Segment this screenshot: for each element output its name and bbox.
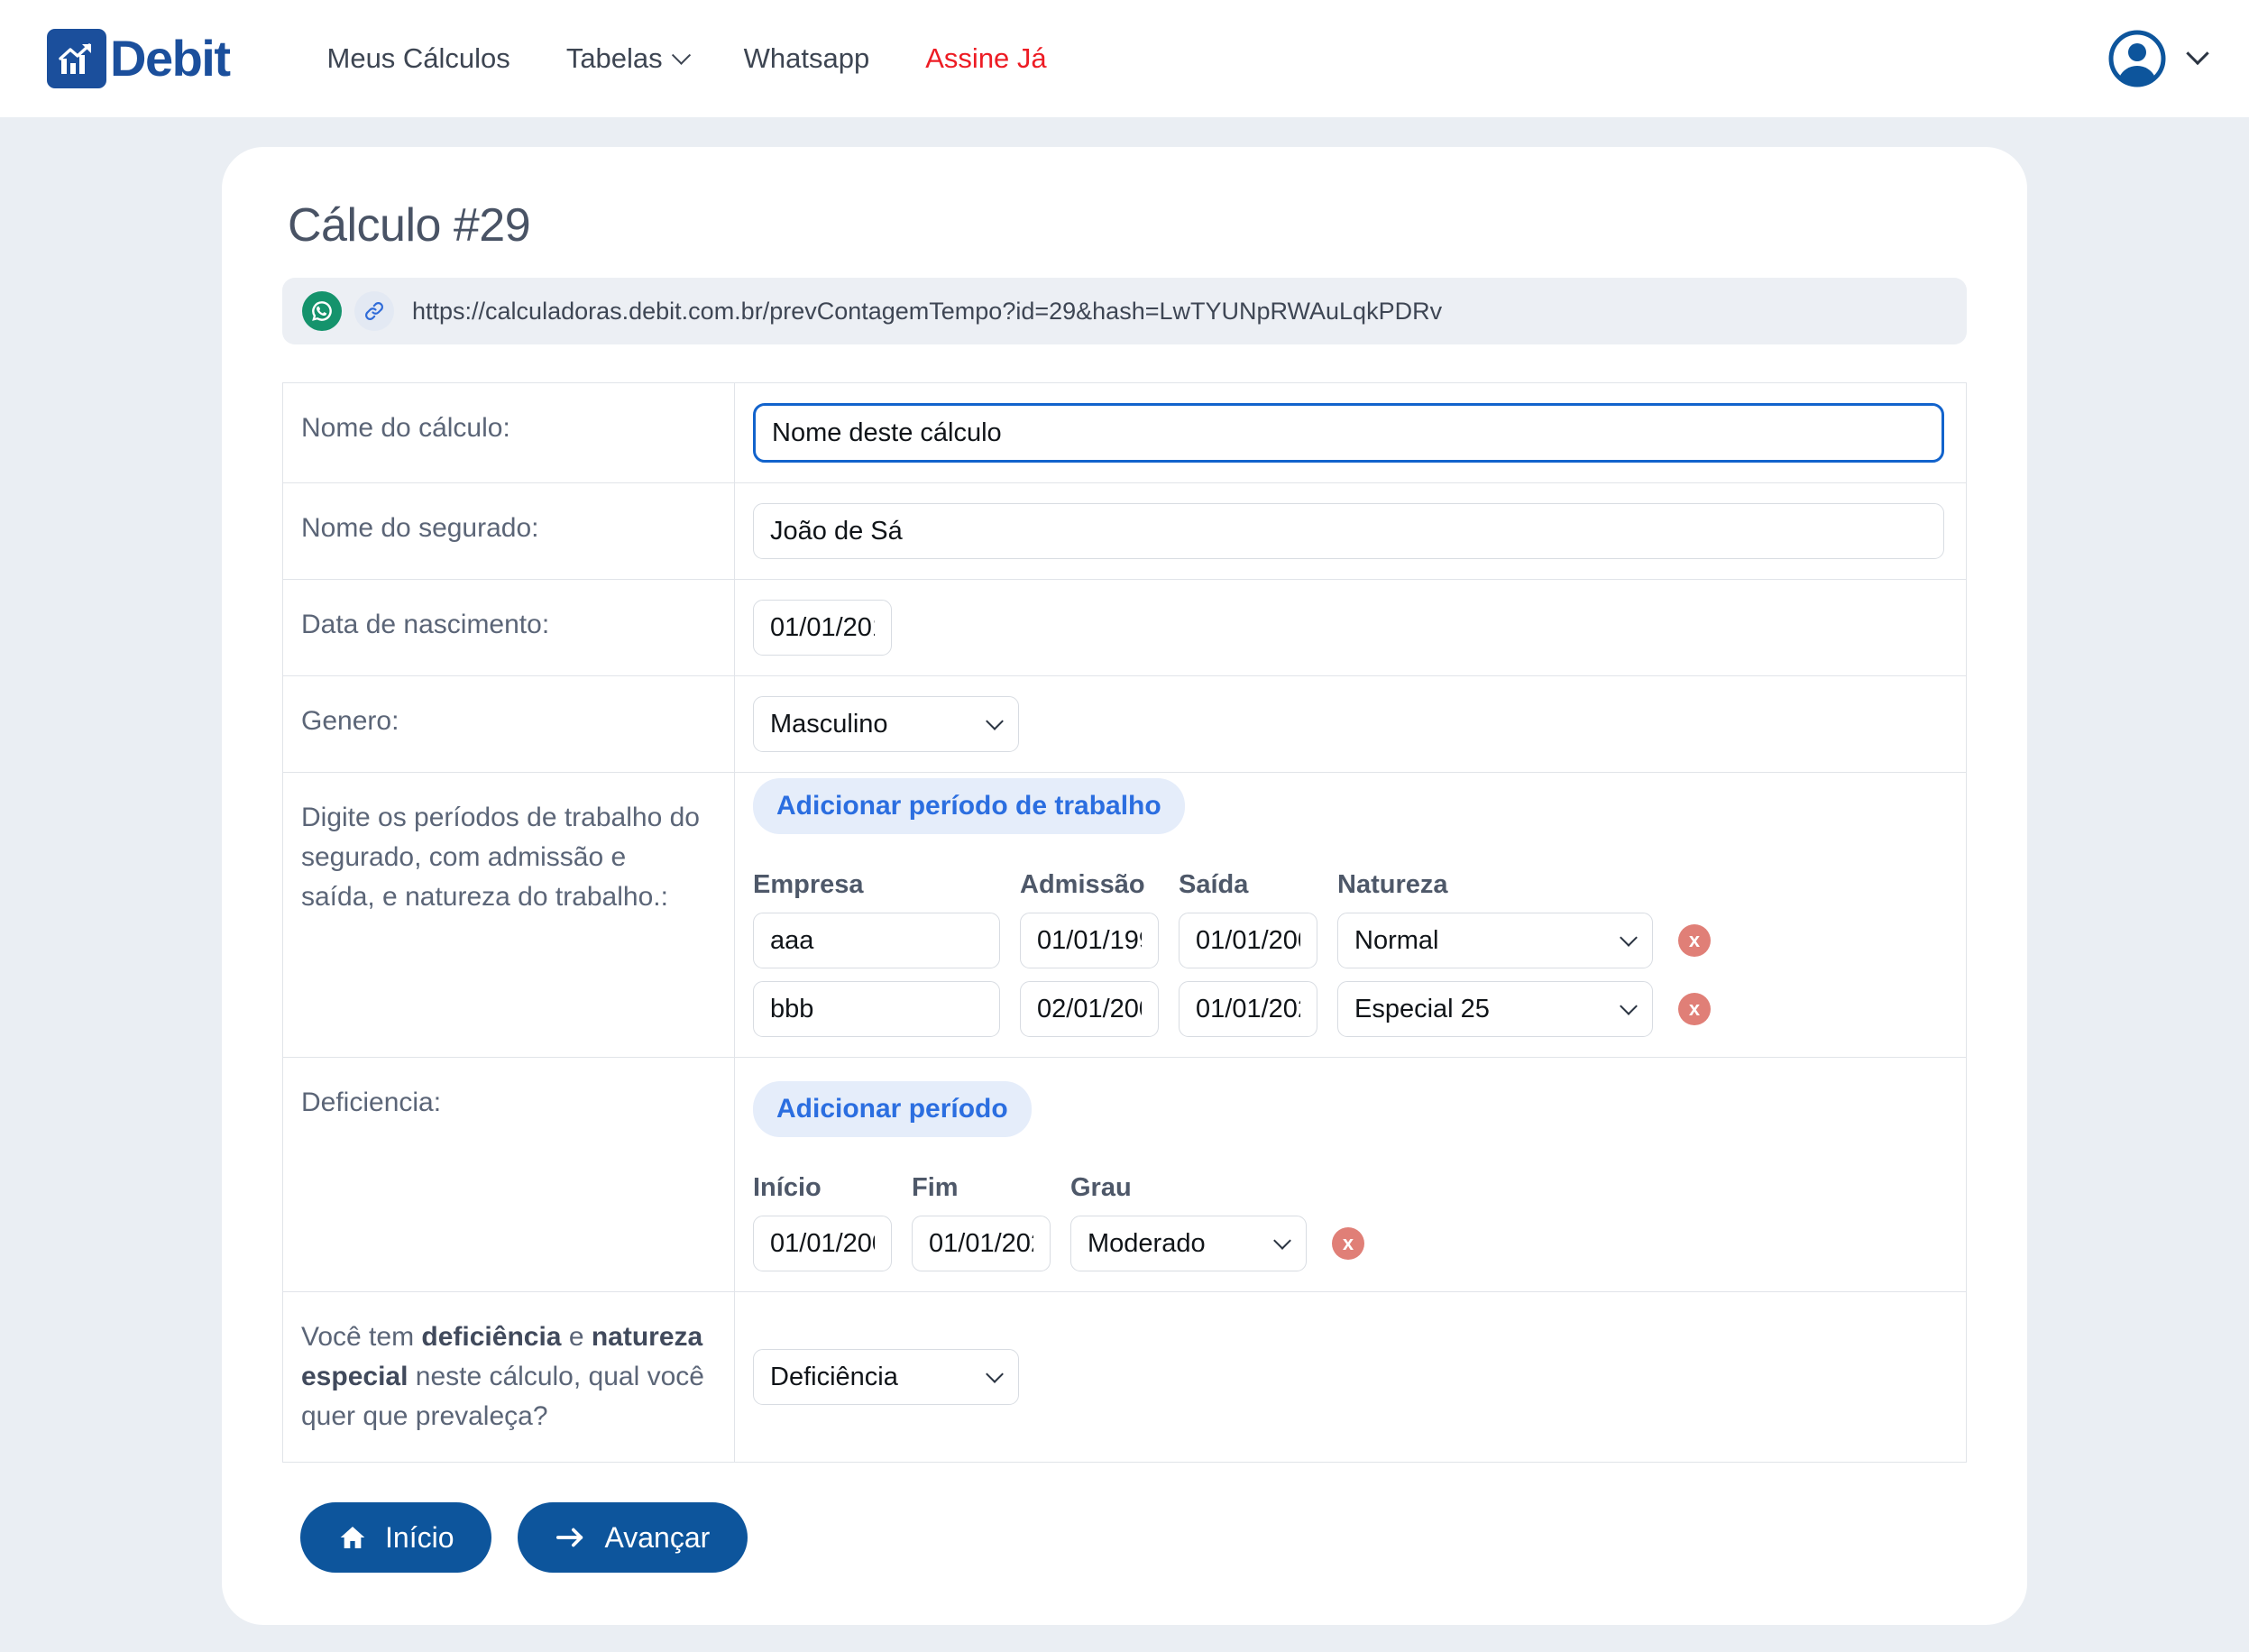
- work-nature-value: Normal: [1354, 925, 1439, 955]
- home-icon: [340, 1527, 365, 1549]
- remove-disability-period-button[interactable]: x: [1332, 1227, 1364, 1260]
- prevail-select[interactable]: Deficiência: [753, 1349, 1019, 1406]
- nav-item-meus-calculos[interactable]: Meus Cálculos: [327, 42, 510, 75]
- form-label: Genero:: [283, 676, 735, 772]
- remove-work-period-button[interactable]: x: [1678, 924, 1711, 957]
- nav-item-whatsapp[interactable]: Whatsapp: [744, 42, 870, 75]
- form-label: Data de nascimento:: [283, 580, 735, 675]
- chevron-down-icon: [671, 45, 691, 65]
- column-header-natureza: Natureza: [1337, 870, 1448, 899]
- work-periods-header: Empresa Admissão Saída Natureza: [753, 870, 1944, 900]
- account-menu[interactable]: [2108, 30, 2209, 87]
- chevron-down-icon: [1620, 997, 1638, 1015]
- gender-select[interactable]: Masculino: [753, 696, 1019, 752]
- column-header-saida: Saída: [1179, 870, 1249, 899]
- user-avatar-icon[interactable]: [2108, 30, 2166, 87]
- form-label: Nome do segurado:: [283, 483, 735, 579]
- arrow-right-icon: [556, 1528, 583, 1547]
- nav-item-label: Whatsapp: [743, 42, 870, 74]
- form-actions: Início Avançar: [300, 1502, 1967, 1574]
- chevron-down-icon: [986, 1365, 1004, 1383]
- form-row-gender: Genero: Masculino: [283, 676, 1966, 773]
- disability-periods-list: Início Fim Grau Moderado: [753, 1143, 1944, 1271]
- work-period-row: Especial 25 x: [753, 981, 1944, 1037]
- calculation-card: Cálculo #29 https://calculadoras.debit.c…: [222, 147, 2027, 1626]
- remove-work-period-button[interactable]: x: [1678, 993, 1711, 1025]
- nav-item-label: Meus Cálculos: [326, 42, 510, 74]
- work-periods-list: Empresa Admissão Saída Natureza Normal: [753, 840, 1944, 1037]
- add-work-period-button[interactable]: Adicionar período de trabalho: [753, 778, 1185, 834]
- form-label: Nome do cálculo:: [283, 383, 735, 482]
- nav-item-assine-ja[interactable]: Assine Já: [925, 42, 1046, 75]
- link-chain-icon[interactable]: [354, 291, 394, 331]
- work-company-input[interactable]: [753, 981, 1000, 1037]
- page-title: Cálculo #29: [288, 199, 531, 252]
- nav-item-label: Assine Já: [925, 42, 1047, 74]
- chevron-down-icon: [1620, 929, 1638, 947]
- prevail-bold-1: deficiência: [421, 1322, 562, 1352]
- top-navbar: Debit Meus Cálculos Tabelas Whatsapp Ass…: [0, 0, 2249, 117]
- work-admission-input[interactable]: [1020, 913, 1159, 968]
- prevail-text-2: e: [561, 1322, 592, 1352]
- disability-periods-header: Início Fim Grau: [753, 1173, 1944, 1203]
- form-row-birth-date: Data de nascimento:: [283, 580, 1966, 676]
- brand-name: Debit: [110, 30, 231, 87]
- nav-item-tabelas[interactable]: Tabelas: [565, 42, 691, 75]
- nav-item-label: Tabelas: [565, 42, 663, 74]
- column-header-grau: Grau: [1070, 1173, 1132, 1202]
- disability-start-input[interactable]: [753, 1216, 892, 1271]
- disability-degree-value: Moderado: [1088, 1228, 1206, 1258]
- bar-chart-arrow-icon: [47, 29, 106, 88]
- disability-end-input[interactable]: [912, 1216, 1051, 1271]
- prevail-text-1: Você tem: [301, 1322, 422, 1352]
- close-icon: x: [1342, 1232, 1354, 1254]
- insured-name-input[interactable]: [753, 503, 1944, 559]
- calculation-form: Nome do cálculo: Nome do segurado: Data …: [282, 382, 1967, 1464]
- next-button-label: Avançar: [604, 1520, 711, 1554]
- work-nature-select[interactable]: Especial 25: [1337, 981, 1653, 1037]
- whatsapp-icon[interactable]: [302, 291, 342, 331]
- chevron-down-icon: [986, 712, 1004, 730]
- work-admission-input[interactable]: [1020, 981, 1159, 1037]
- calc-name-input[interactable]: [753, 403, 1944, 463]
- nav-links: Meus Cálculos Tabelas Whatsapp Assine Já: [327, 42, 1047, 75]
- add-disability-period-button[interactable]: Adicionar período: [753, 1081, 1032, 1137]
- home-button[interactable]: Início: [300, 1502, 492, 1574]
- form-row-work-periods: Digite os períodos de trabalho do segura…: [283, 773, 1966, 1058]
- form-row-disability: Deficiencia: Adicionar período Início Fi…: [283, 1058, 1966, 1292]
- form-label: Você tem deficiência e natureza especial…: [283, 1292, 735, 1463]
- prevail-select-value: Deficiência: [770, 1362, 898, 1391]
- work-company-input[interactable]: [753, 913, 1000, 968]
- birth-date-input[interactable]: [753, 600, 892, 656]
- form-label: Deficiencia:: [283, 1058, 735, 1291]
- share-url-text: https://calculadoras.debit.com.br/prevCo…: [412, 297, 1443, 325]
- work-exit-input[interactable]: [1179, 981, 1317, 1037]
- chevron-down-icon: [1273, 1232, 1291, 1250]
- work-nature-select[interactable]: Normal: [1337, 913, 1653, 968]
- page-body: Cálculo #29 https://calculadoras.debit.c…: [0, 117, 2249, 1626]
- close-icon: x: [1688, 997, 1701, 1020]
- close-icon: x: [1688, 929, 1701, 951]
- chevron-down-icon[interactable]: [2186, 41, 2209, 66]
- disability-period-row: Moderado x: [753, 1216, 1944, 1271]
- work-nature-value: Especial 25: [1354, 994, 1490, 1023]
- next-button[interactable]: Avançar: [518, 1502, 748, 1574]
- form-label: Digite os períodos de trabalho do segura…: [283, 773, 735, 1057]
- work-exit-input[interactable]: [1179, 913, 1317, 968]
- work-period-row: Normal x: [753, 913, 1944, 968]
- column-header-empresa: Empresa: [753, 870, 864, 899]
- gender-select-value: Masculino: [770, 709, 888, 739]
- column-header-admissao: Admissão: [1020, 870, 1145, 899]
- form-row-prevail: Você tem deficiência e natureza especial…: [283, 1292, 1966, 1463]
- column-header-fim: Fim: [912, 1173, 959, 1202]
- brand-logo[interactable]: Debit: [47, 29, 231, 88]
- column-header-inicio: Início: [753, 1173, 822, 1202]
- form-row-calc-name: Nome do cálculo:: [283, 383, 1966, 483]
- share-url-bar: https://calculadoras.debit.com.br/prevCo…: [282, 278, 1967, 344]
- form-row-insured-name: Nome do segurado:: [283, 483, 1966, 580]
- disability-degree-select[interactable]: Moderado: [1070, 1216, 1307, 1271]
- home-button-label: Início: [385, 1520, 454, 1554]
